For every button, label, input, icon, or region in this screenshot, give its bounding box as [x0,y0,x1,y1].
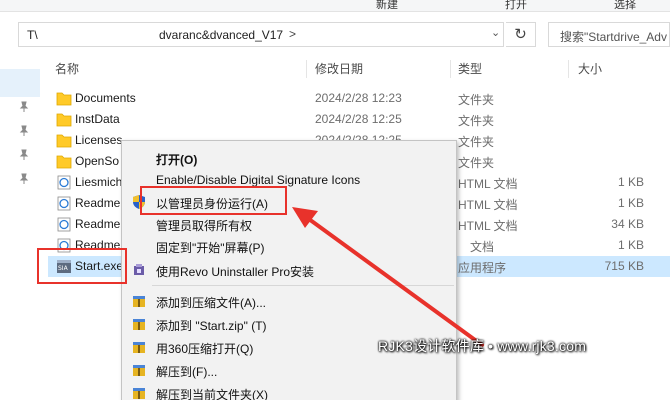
watermark-text: RJK3设计软件库 • www.rjk3.com [378,338,587,354]
file-explorer-window: 新建 打开 选择 T\ dvaranc&dvanced_V17 > ⌄ ↻ 搜索… [0,0,670,400]
